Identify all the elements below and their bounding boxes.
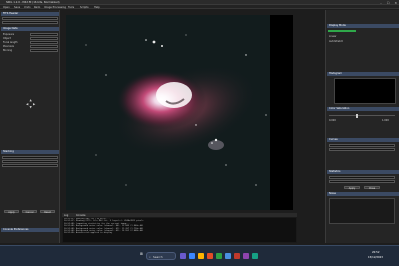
curves-field[interactable] [329, 148, 395, 151]
arrow-up-icon[interactable]: ▲ [30, 98, 32, 102]
field-label-object: Object [3, 37, 11, 40]
menu-bar: Open Save Undo Redo Image Processing Too… [0, 5, 399, 9]
taskbar-app-icon[interactable] [189, 253, 195, 259]
search-icon: ⌕ [149, 254, 151, 259]
menu-help[interactable]: Help [94, 6, 100, 9]
console-line: 20:51:49: Autostretch applied to display [64, 232, 113, 235]
menu-undo[interactable]: Undo [24, 6, 31, 9]
section-histogram[interactable]: Histogram [327, 72, 399, 76]
noise-panel [329, 198, 395, 224]
clock-time[interactable]: 20:52 [372, 251, 379, 254]
windows-start-icon[interactable]: ⊞ [140, 252, 143, 256]
taskbar-app-icon[interactable] [252, 253, 258, 259]
section-color-saturation[interactable]: Color Saturation [327, 107, 399, 111]
field-label-binning: Binning [3, 49, 13, 52]
taskbar: ⊞ ⌕ Search 20:52 15/12/2023 [0, 245, 399, 266]
saturation-slider[interactable] [329, 115, 395, 116]
menu-redo[interactable]: Redo [34, 6, 40, 9]
field-label-pixel-size: Pixel size [3, 45, 14, 48]
search-box[interactable]: ⌕ Search [146, 252, 176, 260]
statistics-field[interactable] [329, 180, 395, 183]
section-statistics[interactable]: Statistics [327, 170, 399, 174]
curves-field[interactable] [329, 144, 395, 147]
left-panel: FITS Header Image Data Exposure Object F… [0, 10, 60, 243]
exposure-input[interactable] [30, 32, 58, 36]
stacking-field[interactable] [2, 164, 58, 167]
reset-button[interactable]: Reset [40, 210, 55, 214]
section-fits-header[interactable]: FITS Header [1, 12, 59, 16]
stacking-field[interactable] [2, 156, 58, 159]
maximize-button[interactable]: ☐ [387, 1, 390, 5]
image-edge-black [270, 15, 293, 210]
saturation-min: 0.000 [329, 119, 336, 122]
section-curves[interactable]: Curves [327, 138, 399, 142]
close-button[interactable]: ✕ [394, 1, 397, 5]
field-label-exposure: Exposure [3, 33, 15, 36]
header-field[interactable] [2, 21, 58, 24]
section-image-data[interactable]: Image Data [1, 27, 59, 31]
taskbar-app-icon[interactable] [207, 253, 213, 259]
stacking-field[interactable] [2, 160, 58, 163]
apply-button[interactable]: Apply [4, 210, 19, 214]
section-console-preferences[interactable]: Console Preferences [1, 228, 59, 232]
nebula-image [85, 34, 267, 186]
menu-save[interactable]: Save [14, 6, 20, 9]
arrow-left-icon[interactable]: ◀ [26, 102, 28, 106]
histogram-plot[interactable] [334, 78, 396, 104]
minimize-button[interactable]: – [380, 1, 382, 5]
cancel-button[interactable]: Cancel [22, 210, 37, 214]
tab-log[interactable]: Log [64, 214, 68, 217]
section-stacking[interactable]: Stacking [1, 150, 59, 154]
menu-tools[interactable]: Tools [68, 6, 74, 9]
apply-stats-button[interactable]: Apply [344, 186, 360, 190]
arrow-right-icon[interactable]: ▶ [33, 102, 35, 106]
statistics-field[interactable] [329, 176, 395, 179]
search-label: Search [153, 255, 163, 259]
mode-linear[interactable]: Linear [329, 35, 336, 38]
menu-open[interactable]: Open [3, 6, 10, 9]
close-stats-button[interactable]: Close [364, 186, 380, 190]
window-title: SIRIL 1.2.0 - M42.fit (16 bits, Normaliz… [6, 1, 60, 4]
field-label-focal-length: Focal length [3, 41, 18, 44]
window-controls: – ☐ ✕ [380, 1, 397, 5]
taskbar-app-icon[interactable] [198, 253, 204, 259]
focal-length-input[interactable] [30, 40, 58, 44]
taskbar-app-icon[interactable] [243, 253, 249, 259]
section-noise[interactable]: Noise [327, 192, 399, 196]
taskbar-app-icon[interactable] [234, 253, 240, 259]
object-input[interactable] [30, 36, 58, 40]
pixel-size-input[interactable] [30, 44, 58, 48]
console-output: 20:51:47: Opening M42.fit (16 bits)... 2… [63, 218, 296, 242]
taskbar-app-icon[interactable] [225, 253, 231, 259]
clock-date[interactable]: 15/12/2023 [368, 256, 383, 259]
saturation-max: 1.000 [382, 119, 389, 122]
header-field[interactable] [2, 17, 58, 20]
binning-input[interactable] [30, 48, 58, 52]
taskbar-app-icon[interactable] [180, 253, 186, 259]
mode-autostretch[interactable]: AutoStretch [329, 40, 343, 43]
saturation-slider-handle[interactable] [356, 113, 358, 118]
right-panel: Display Mode Linear AutoStretch Histogra… [325, 10, 399, 243]
console-tabs: Log Console [62, 213, 297, 217]
section-display-mode[interactable]: Display Mode [327, 24, 399, 28]
menu-image-processing[interactable]: Image Processing [44, 6, 66, 9]
arrow-down-icon[interactable]: ▼ [30, 105, 32, 109]
nudge-pad: ▲ ◀ ▶ ▼ [26, 98, 36, 109]
taskbar-app-icon[interactable] [216, 253, 222, 259]
menu-scripts[interactable]: Scripts [80, 6, 89, 9]
tab-console[interactable]: Console [76, 214, 86, 217]
image-canvas[interactable] [66, 15, 293, 210]
progress-bar [328, 30, 356, 32]
